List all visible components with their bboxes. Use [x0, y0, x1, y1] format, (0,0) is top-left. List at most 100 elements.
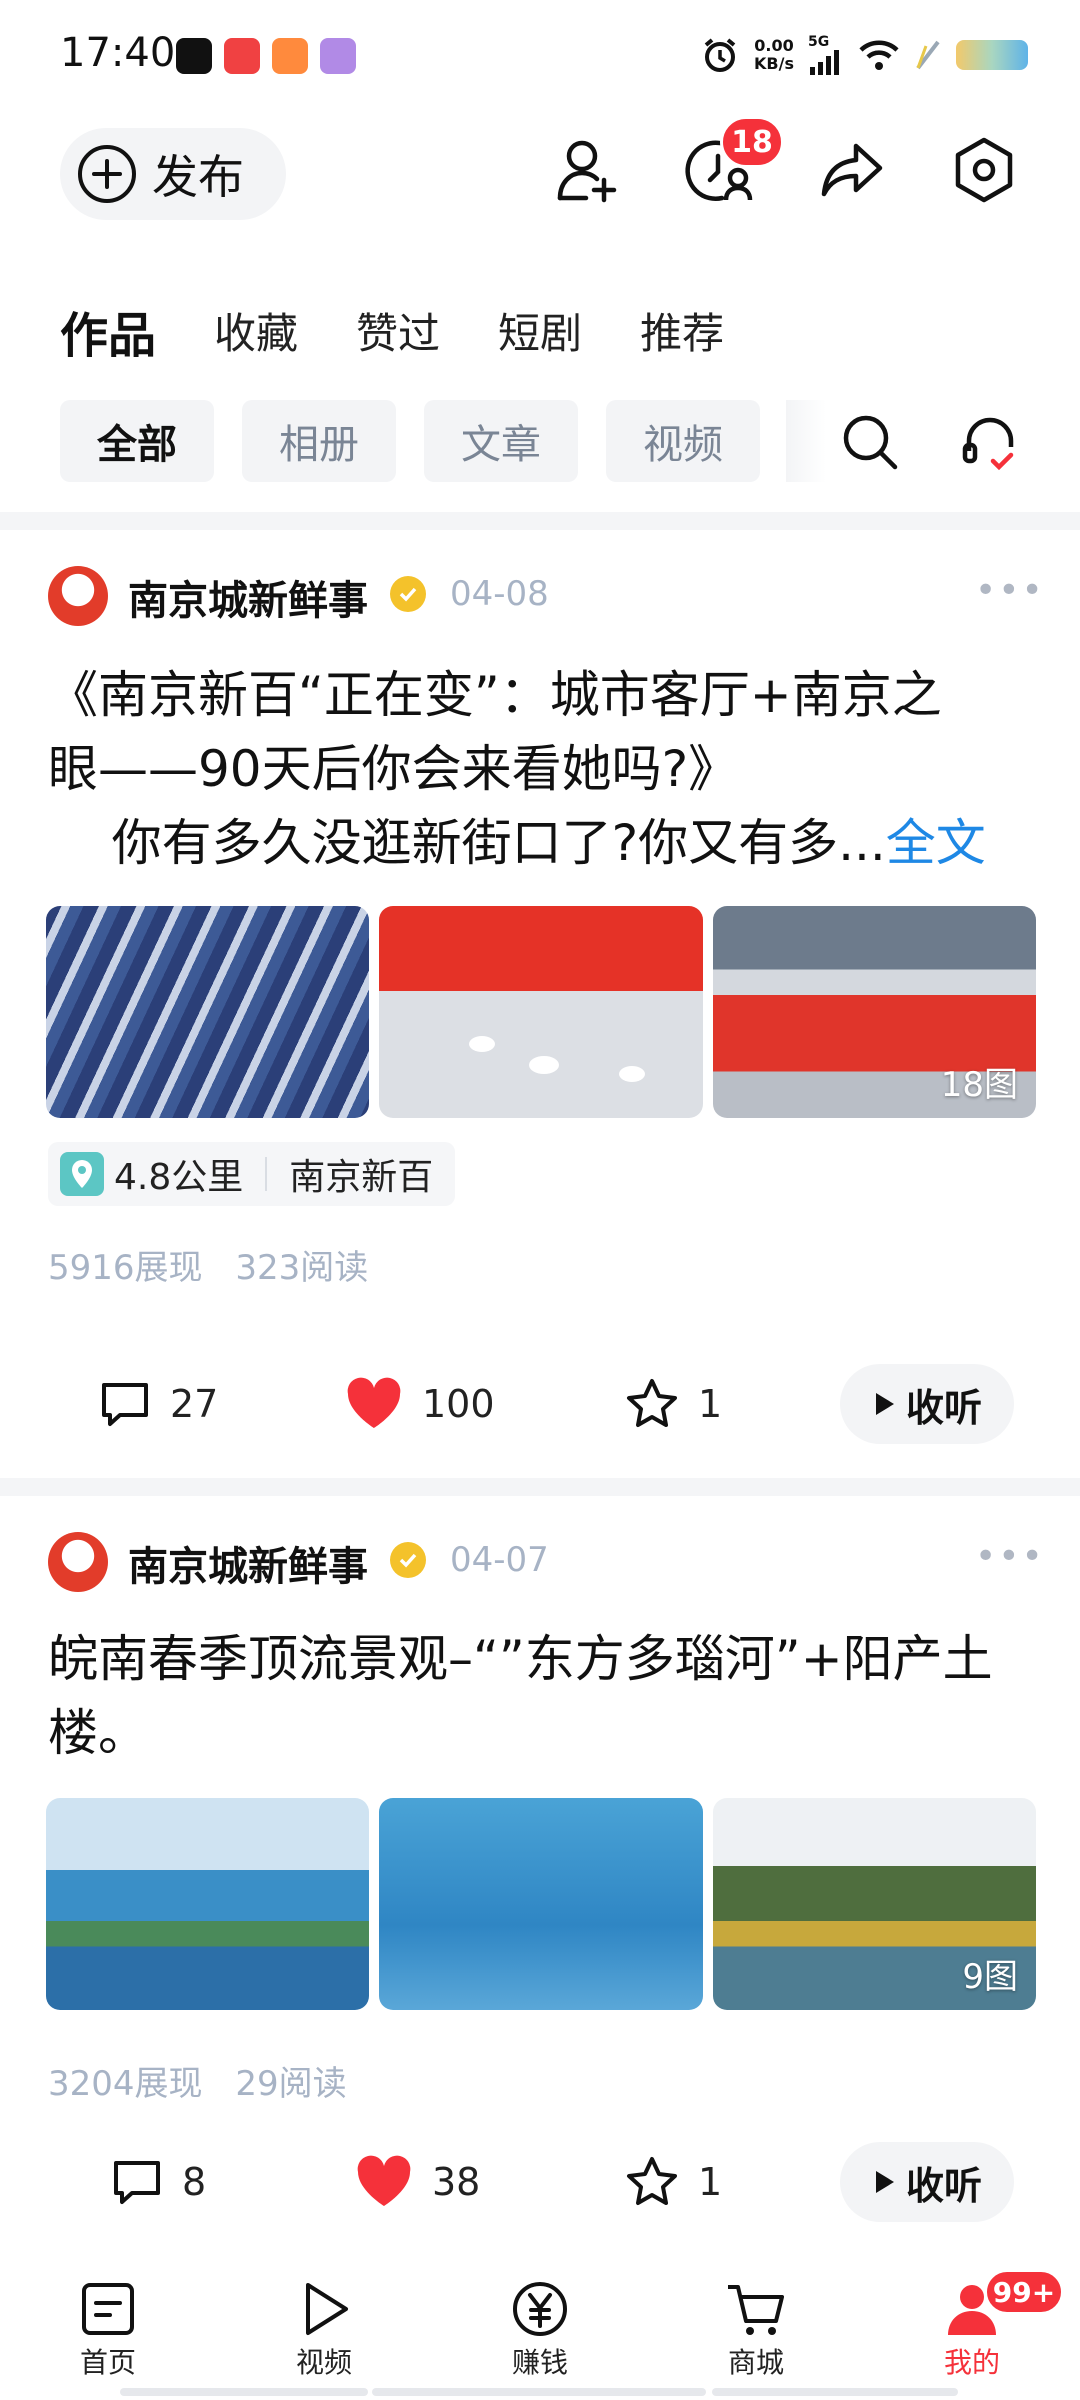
reads-count: 29阅读 — [235, 2064, 347, 2104]
nav-video[interactable]: 视频 — [264, 2279, 384, 2381]
post-stats: 5916展现 323阅读 — [48, 1240, 390, 1289]
purple-app-icon — [320, 38, 356, 74]
favorite-button[interactable]: 1 — [624, 2142, 722, 2222]
reads-count: 323阅读 — [235, 1248, 369, 1288]
filter-chips: 全部 相册 文章 视频 — [60, 400, 760, 482]
cart-icon — [728, 2285, 784, 2335]
publish-button[interactable]: 发布 — [60, 128, 286, 220]
settings-icon — [955, 137, 1013, 203]
play-icon — [875, 2171, 894, 2193]
home-indicator — [120, 2388, 368, 2396]
image-grid: 9图 — [46, 1798, 1036, 2010]
home-doc-icon — [82, 2283, 134, 2335]
yuan-coin-icon — [513, 2282, 567, 2336]
tab-short-drama[interactable]: 短剧 — [498, 296, 582, 366]
cell-signal-icon: 5G — [808, 35, 844, 75]
author-name[interactable]: 南京城新鲜事 — [128, 568, 368, 626]
listen-button[interactable]: 收听 — [840, 1364, 1014, 1444]
comment-button[interactable]: 8 — [110, 2142, 206, 2222]
post-date: 04-07 — [450, 1540, 549, 1580]
image-count: 9图 — [962, 1957, 1018, 1997]
tab-recommend[interactable]: 推荐 — [640, 296, 724, 366]
heart-icon — [357, 2155, 411, 2206]
post-image[interactable] — [46, 906, 370, 1118]
add-user-icon — [557, 140, 617, 203]
heart-icon — [347, 1377, 401, 1428]
filter-album[interactable]: 相册 — [242, 400, 396, 482]
post-image[interactable]: 9图 — [712, 1798, 1036, 2010]
nav-mall[interactable]: 商城 — [696, 2279, 816, 2381]
headset-icon — [962, 417, 1014, 471]
verified-badge-icon — [390, 576, 426, 612]
favorite-button[interactable]: 1 — [624, 1364, 722, 1444]
location-name: 南京新百 — [289, 1157, 434, 1198]
tab-favorites[interactable]: 收藏 — [214, 296, 298, 366]
fanqie-icon — [272, 38, 308, 74]
filter-article[interactable]: 文章 — [424, 400, 578, 482]
alarm-icon — [704, 38, 736, 72]
filter-video[interactable]: 视频 — [606, 400, 760, 482]
views-count: 5916展现 — [48, 1248, 203, 1288]
post-image[interactable]: 18图 — [712, 906, 1036, 1118]
tab-works[interactable]: 作品 — [60, 296, 156, 366]
support-button[interactable] — [950, 402, 1030, 482]
history-badge: 18 — [720, 116, 784, 168]
battery-icon — [956, 40, 1028, 70]
location-distance: 4.8公里 — [114, 1157, 244, 1198]
play-outline-icon — [306, 2283, 348, 2335]
play-icon — [875, 1393, 894, 1415]
search-button[interactable] — [830, 402, 910, 482]
post-image[interactable] — [379, 906, 703, 1118]
image-count: 18图 — [940, 1065, 1018, 1105]
post-text[interactable]: 皖南春季顶流景观–“”东方多瑙河”+阳产土 楼。 — [48, 1622, 1038, 1770]
plus-circle-icon — [78, 145, 136, 203]
filter-all[interactable]: 全部 — [60, 400, 214, 482]
history-button[interactable]: 18 — [680, 116, 784, 210]
status-time: 17:40 — [60, 30, 176, 76]
home-indicator — [712, 2388, 958, 2396]
comment-icon — [114, 2161, 160, 2204]
section-divider — [0, 1478, 1080, 1496]
like-button[interactable]: 38 — [354, 2142, 480, 2222]
comment-icon — [102, 1383, 148, 1426]
author-name[interactable]: 南京城新鲜事 — [128, 1534, 368, 1592]
comment-button[interactable]: 27 — [98, 1364, 218, 1444]
author-avatar[interactable] — [48, 1532, 108, 1592]
author-avatar[interactable] — [48, 566, 108, 626]
full-text-link[interactable]: 全文 — [886, 814, 986, 872]
home-indicator — [372, 2388, 706, 2396]
nav-home[interactable]: 首页 — [48, 2279, 168, 2381]
status-bar: 17:40 0.00 KB/s 5G — [0, 0, 1080, 110]
bottom-nav: 首页 视频 赚钱 商城 我的 99+ — [0, 2265, 1080, 2400]
vpn-icon — [916, 40, 940, 70]
verified-badge-icon — [390, 1542, 426, 1578]
post-actions: 27 100 1 收听 — [0, 1364, 1080, 1444]
share-button[interactable] — [812, 130, 892, 210]
net-speed: 0.00 KB/s — [754, 36, 794, 73]
add-friend-button[interactable] — [548, 130, 628, 210]
post-image[interactable] — [379, 1798, 703, 2010]
location-pin-icon — [60, 1152, 104, 1196]
image-grid: 18图 — [46, 906, 1036, 1118]
post-card[interactable]: 南京城新鲜事 04-07 ••• 皖南春季顶流景观–“”东方多瑙河”+阳产土 楼… — [0, 1496, 1080, 2256]
content-tabs: 作品 收藏 赞过 短剧 推荐 — [60, 296, 782, 366]
search-icon — [843, 415, 898, 470]
post-date: 04-08 — [450, 574, 549, 614]
settings-button[interactable] — [944, 130, 1024, 210]
section-divider — [0, 512, 1080, 530]
like-button[interactable]: 100 — [344, 1364, 495, 1444]
me-badge: 99+ — [984, 2269, 1064, 2315]
tab-liked[interactable]: 赞过 — [356, 296, 440, 366]
location-tag[interactable]: 4.8公里 南京新百 — [48, 1142, 456, 1206]
more-options-icon[interactable]: ••• — [975, 1536, 1045, 1577]
wifi-icon — [859, 40, 899, 70]
post-card[interactable]: 南京城新鲜事 04-08 ••• 《南京新百“正在变”：城市客厅+南京之 眼——… — [0, 530, 1080, 1462]
star-icon — [627, 2157, 677, 2205]
listen-button[interactable]: 收听 — [840, 2142, 1014, 2222]
more-options-icon[interactable]: ••• — [975, 570, 1045, 611]
toutiao-icon — [224, 38, 260, 74]
share-icon — [821, 143, 883, 197]
post-text[interactable]: 《南京新百“正在变”：城市客厅+南京之 眼——90天后你会来看她吗?》 你有多久… — [48, 658, 1038, 880]
post-image[interactable] — [46, 1798, 370, 2010]
nav-earn[interactable]: 赚钱 — [480, 2279, 600, 2381]
